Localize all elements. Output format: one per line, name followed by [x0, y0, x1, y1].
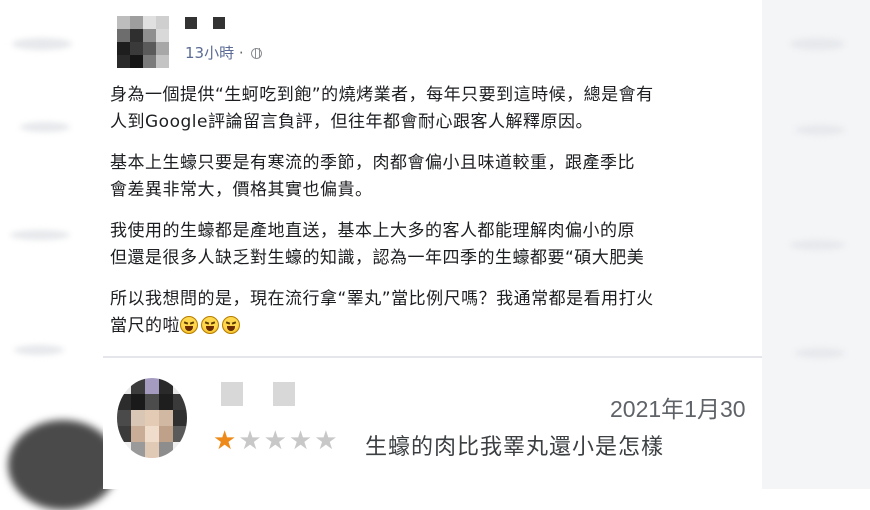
- post-line: 我使用的生蠔都是產地直送，基本上大多的客人都能理解肉偏小的原: [110, 221, 635, 241]
- post-paragraph-2: 基本上生蠔只要是有寒流的季節，肉都會偏小且味道較重，跟產季比 會差異非常大，價格…: [110, 150, 762, 204]
- google-review: 2021年1月30 ★★★★★ 生蠔的肉比我睪丸還小是怎樣: [103, 360, 762, 489]
- star-rating: ★★★★★: [213, 426, 340, 456]
- censored-username[interactable]: [185, 14, 241, 33]
- review-text: 生蠔的肉比我睪丸還小是怎樣: [365, 435, 665, 460]
- post-body: 身為一個提供“生蚵吃到飽”的燒烤業者，每年只要到這時候，總是會有 人到Googl…: [110, 82, 762, 354]
- post-paragraph-3: 我使用的生蠔都是產地直送，基本上大多的客人都能理解肉偏小的原 但還是很多人缺乏對…: [110, 218, 762, 272]
- post-line: 會差異非常大，價格其實也偏貴。: [110, 180, 373, 200]
- laughing-crying-emoji-icon: [180, 316, 198, 334]
- blurred-user-avatar: [8, 420, 118, 510]
- screenshot-card: 13小時 · 身為一個提供“生蚵吃到飽”的燒烤業者，每年只要到這時候，總是會有 …: [103, 0, 762, 489]
- blurred-background-blob: [795, 125, 845, 135]
- section-divider: [103, 356, 762, 358]
- post-line: 基本上生蠔只要是有寒流的季節，肉都會偏小且味道較重，跟產季比: [110, 153, 635, 173]
- reviewer-pixelated-avatar[interactable]: [117, 378, 187, 458]
- post-paragraph-1: 身為一個提供“生蚵吃到飽”的燒烤業者，每年只要到這時候，總是會有 人到Googl…: [110, 82, 762, 136]
- blurred-background-blob: [10, 230, 70, 240]
- post-line: 身為一個提供“生蚵吃到飽”的燒烤業者，每年只要到這時候，總是會有: [110, 85, 654, 105]
- blurred-background-blob: [790, 38, 845, 50]
- post-line: 當尺的啦: [110, 316, 180, 336]
- globe-icon: [251, 48, 263, 59]
- post-paragraph-4: 所以我想問的是，現在流行拿“睪丸”當比例尺嗎？我通常都是看用打火 當尺的啦: [110, 286, 762, 340]
- laughing-crying-emoji-icon: [222, 316, 240, 334]
- post-line: 所以我想問的是，現在流行拿“睪丸”當比例尺嗎？我通常都是看用打火: [110, 289, 654, 309]
- post-line: 但還是很多人缺乏對生蠔的知識，認為一年四季的生蠔都要“碩大肥美: [110, 248, 645, 268]
- star-empty-icons: ★★★★: [238, 426, 340, 456]
- meta-separator: ·: [238, 44, 244, 62]
- blurred-background-blob: [790, 240, 845, 250]
- post-time[interactable]: 13小時: [185, 44, 234, 62]
- blurred-background-blob: [20, 122, 70, 132]
- star-filled-icon: ★: [213, 426, 239, 456]
- post-header: 13小時 ·: [113, 8, 513, 68]
- blurred-background-blob: [795, 348, 845, 358]
- post-meta: 13小時 ·: [185, 42, 263, 63]
- pixelated-avatar[interactable]: [117, 16, 169, 68]
- review-date: 2021年1月30: [610, 396, 746, 422]
- censored-reviewer-name[interactable]: [221, 382, 325, 410]
- blurred-background-blob: [12, 38, 72, 50]
- laughing-crying-emoji-icon: [201, 316, 219, 334]
- blurred-background-blob: [14, 345, 64, 355]
- post-line: 人到Google評論留言負評，但往年都會耐心跟客人解釋原因。: [110, 112, 593, 132]
